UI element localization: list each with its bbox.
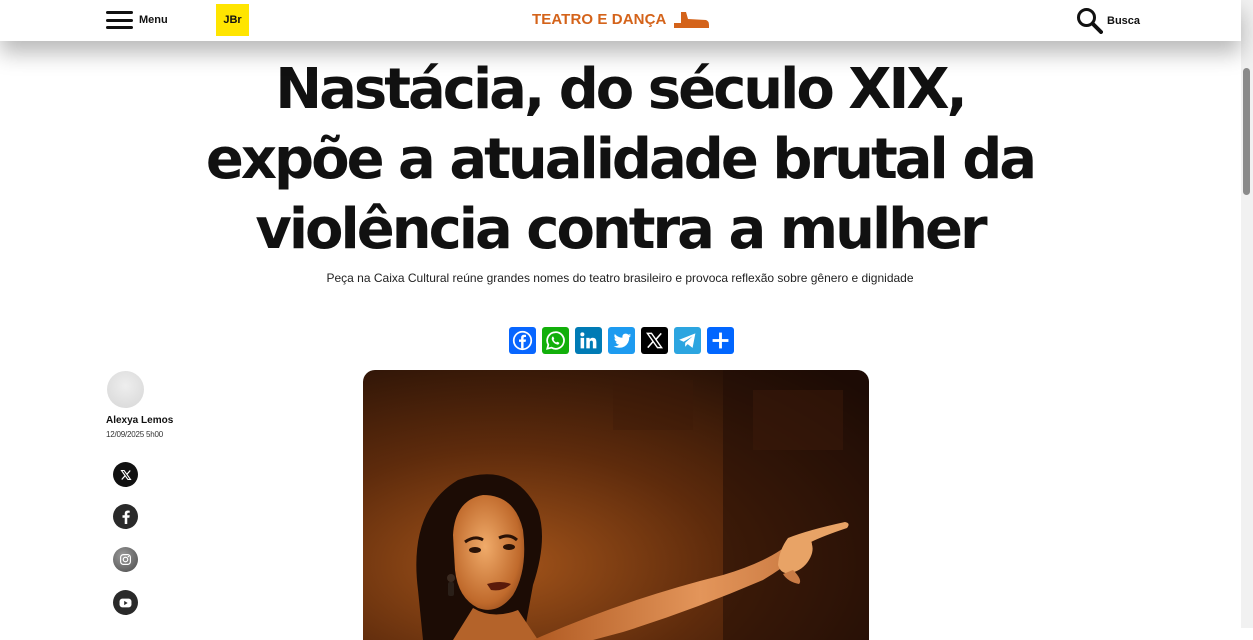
plus-icon [712,332,729,349]
author-avatar[interactable] [107,371,144,408]
article-main-photo[interactable] [363,370,869,640]
article-subtitle: Peça na Caixa Cultural reúne grandes nom… [326,271,914,285]
twitter-icon [613,333,631,348]
search-button[interactable]: Busca [1076,7,1140,34]
menu-label: Menu [139,14,168,26]
x-icon [645,332,664,349]
jbr-logo[interactable]: JBr [216,4,249,36]
top-navigation-bar: Menu JBr TEATRO E DANÇA Busca [0,0,1241,41]
linkedin-icon [580,332,597,349]
publish-date: 12/09/2025 5h00 [106,430,164,439]
social-instagram-link[interactable] [113,547,138,572]
share-twitter-button[interactable] [608,327,635,354]
telegram-icon [679,333,696,348]
stage-shoe-icon [674,12,709,28]
share-more-button[interactable] [707,327,734,354]
youtube-icon [119,598,132,607]
whatsapp-icon [546,331,565,350]
menu-button[interactable]: Menu [106,9,168,31]
page-scrollbar[interactable] [1241,0,1253,628]
share-x-button[interactable] [641,327,668,354]
article-headline: Nastácia, do século XIX, expõe a atualid… [205,57,1037,262]
hamburger-icon [106,10,133,30]
search-label: Busca [1107,14,1141,27]
share-linkedin-button[interactable] [575,327,602,354]
social-youtube-link[interactable] [113,590,138,615]
facebook-icon [512,330,533,351]
share-whatsapp-button[interactable] [542,327,569,354]
social-x-link[interactable] [113,462,138,487]
search-icon [1077,8,1103,34]
share-facebook-button[interactable] [509,327,536,354]
scrollbar-thumb[interactable] [1243,68,1250,195]
social-facebook-link[interactable] [113,504,138,529]
share-buttons [509,327,734,354]
facebook-icon [122,510,130,524]
author-name[interactable]: Alexya Lemos [106,415,173,426]
actress-performance-photo [363,370,869,640]
instagram-icon [120,554,131,565]
section-title[interactable]: TEATRO E DANÇA [532,11,666,28]
x-icon [119,469,132,480]
share-telegram-button[interactable] [674,327,701,354]
